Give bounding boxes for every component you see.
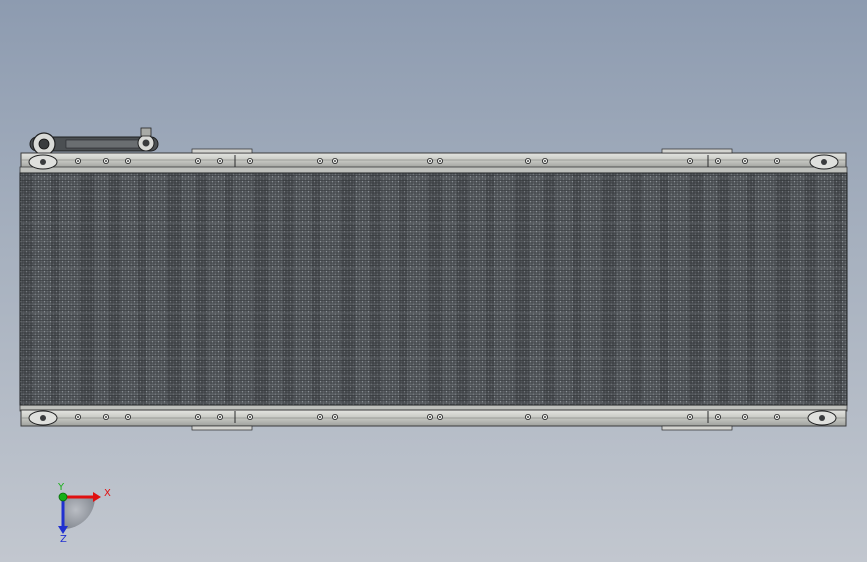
bottom-frame-rail[interactable]	[19, 404, 848, 427]
pulley-right-top[interactable]	[809, 154, 839, 170]
belt-shading-bands	[22, 174, 842, 404]
drive-arm[interactable]	[29, 127, 159, 156]
coordinate-triad[interactable]: X Y Z	[57, 482, 111, 545]
conveyor-drawing: X Y Z	[19, 127, 848, 545]
top-frame-rail[interactable]	[19, 152, 848, 174]
y-axis-dot	[58, 492, 68, 502]
x-axis-label: X	[104, 488, 111, 499]
pulley-left-bottom[interactable]	[28, 410, 58, 426]
pulley-right-bottom[interactable]	[807, 410, 837, 426]
cad-viewport[interactable]: X Y Z	[0, 0, 867, 562]
pulley-left-top[interactable]	[28, 154, 58, 170]
y-axis-label: Y	[57, 482, 65, 493]
z-axis-label: Z	[60, 534, 67, 545]
